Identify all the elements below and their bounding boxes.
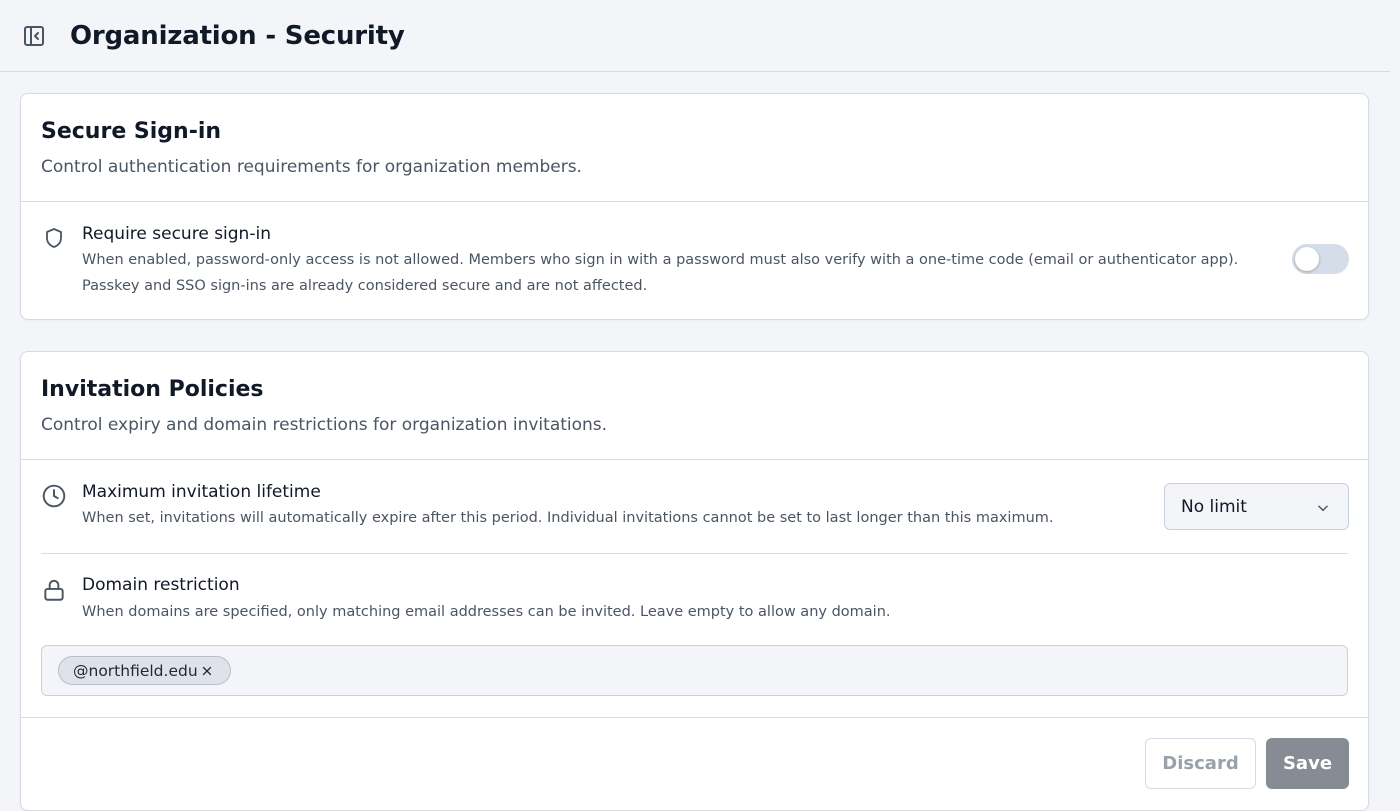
card-footer-divider xyxy=(21,717,1368,718)
shield-icon xyxy=(41,225,67,251)
page-title: Organization - Security xyxy=(70,21,405,51)
secure-signin-card: Secure Sign-in Control authentication re… xyxy=(20,93,1369,320)
secure-signin-card-header: Secure Sign-in Control authentication re… xyxy=(21,94,1368,202)
page-header: Organization - Security xyxy=(0,0,1390,72)
domain-tag-chip: @northfield.edu xyxy=(58,656,231,685)
domain-tag-label: @northfield.edu xyxy=(73,662,198,680)
chevron-down-icon xyxy=(1316,500,1330,514)
require-secure-signin-description-line2: Passkey and SSO sign-ins are already con… xyxy=(82,278,648,294)
require-secure-signin-label: Require secure sign-in xyxy=(82,224,271,244)
invitation-policies-title: Invitation Policies xyxy=(41,377,264,402)
secure-signin-title: Secure Sign-in xyxy=(41,119,222,144)
close-icon[interactable] xyxy=(199,663,215,679)
invitation-policies-description: Control expiry and domain restrictions f… xyxy=(41,415,608,435)
domain-restriction-description: When domains are specified, only matchin… xyxy=(82,604,891,620)
max-invitation-lifetime-description: When set, invitations will automatically… xyxy=(82,510,1054,526)
lock-icon xyxy=(41,577,67,603)
discard-button[interactable]: Discard xyxy=(1145,738,1256,789)
secure-signin-description: Control authentication requirements for … xyxy=(41,157,582,177)
require-secure-signin-description-line1: When enabled, password-only access is no… xyxy=(82,252,1239,268)
section-divider xyxy=(41,553,1348,554)
invitation-lifetime-selected-value: No limit xyxy=(1181,497,1247,517)
max-invitation-lifetime-label: Maximum invitation lifetime xyxy=(82,482,321,502)
invitation-policies-card: Invitation Policies Control expiry and d… xyxy=(20,351,1369,811)
invitation-lifetime-select[interactable]: No limit xyxy=(1164,483,1349,530)
toggle-knob xyxy=(1295,247,1319,271)
clock-icon xyxy=(41,483,67,509)
domain-restriction-label: Domain restriction xyxy=(82,575,240,595)
sidebar-collapse-icon[interactable] xyxy=(22,24,46,48)
domain-tags-input[interactable]: @northfield.edu xyxy=(41,645,1348,696)
require-secure-signin-toggle[interactable] xyxy=(1292,244,1349,274)
invitation-policies-card-header: Invitation Policies Control expiry and d… xyxy=(21,352,1368,460)
save-button[interactable]: Save xyxy=(1266,738,1349,789)
